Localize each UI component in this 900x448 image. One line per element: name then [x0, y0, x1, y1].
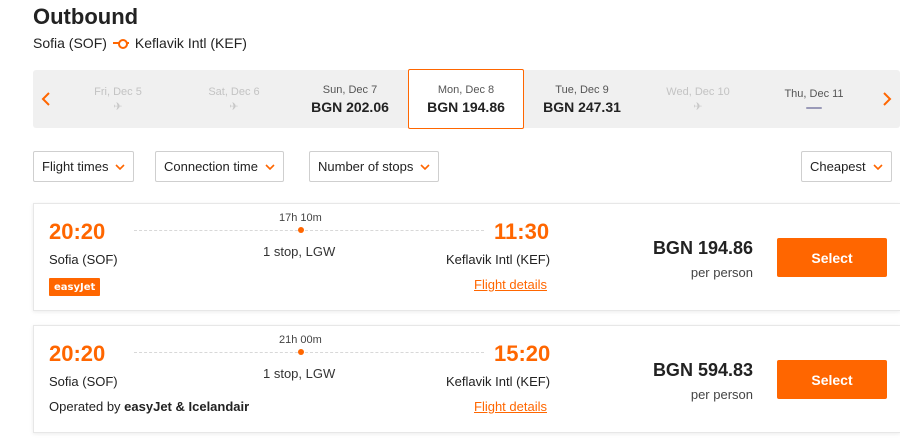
no-flights-plane-icon: ✈	[113, 100, 123, 113]
date-strip: Fri, Dec 5 ✈ Sat, Dec 6 ✈ Sun, Dec 7 BGN…	[33, 69, 900, 129]
chevron-down-icon	[873, 163, 883, 170]
chevron-right-icon	[883, 92, 892, 106]
flight-details-link[interactable]: Flight details	[474, 277, 547, 292]
date-option-dec-5: Fri, Dec 5 ✈	[60, 70, 176, 128]
origin-label: Sofia (SOF)	[33, 35, 107, 51]
date-option-dec-8[interactable]: Mon, Dec 8 BGN 194.86	[408, 69, 524, 129]
date-option-dec-11[interactable]: Thu, Dec 11	[756, 70, 872, 128]
date-label: Thu, Dec 11	[784, 87, 844, 100]
date-option-dec-7[interactable]: Sun, Dec 7 BGN 202.06	[292, 70, 408, 128]
flight-price: BGN 194.86	[652, 238, 753, 258]
arrival-airport: Keflavik Intl (KEF)	[446, 374, 551, 389]
flight-duration: 17h 10m	[279, 212, 322, 224]
date-label: Sat, Dec 6	[208, 85, 260, 98]
date-option-dec-10: Wed, Dec 10 ✈	[640, 70, 756, 128]
stops-info: 1 stop, LGW	[263, 244, 336, 259]
date-label: Tue, Dec 9	[555, 83, 609, 96]
chevron-down-icon	[420, 163, 430, 170]
per-person-label: per person	[690, 387, 753, 402]
operated-by-label: Operated by easyJet & Icelandair	[49, 399, 249, 414]
chevron-down-icon	[115, 163, 126, 170]
departure-time: 20:20	[49, 219, 106, 244]
filter-label: Number of stops	[318, 159, 414, 174]
no-flights-plane-icon: ✈	[693, 100, 703, 113]
departure-airport: Sofia (SOF)	[49, 374, 118, 389]
operating-airlines: easyJet & Icelandair	[124, 399, 250, 414]
date-option-dec-6: Sat, Dec 6 ✈	[176, 70, 292, 128]
date-price: BGN 247.31	[543, 98, 621, 115]
filter-label: Flight times	[42, 159, 109, 174]
timeline-line	[134, 352, 484, 353]
arrival-airport: Keflavik Intl (KEF)	[446, 252, 551, 267]
flight-times-filter[interactable]: Flight times	[33, 151, 135, 182]
stop-dot-icon	[298, 349, 304, 355]
date-label: Mon, Dec 8	[437, 83, 495, 96]
stops-info: 1 stop, LGW	[263, 366, 336, 381]
sort-dropdown[interactable]: Cheapest	[801, 151, 892, 182]
arrival-time: 15:20	[494, 341, 551, 366]
arrival-time: 11:30	[494, 219, 550, 244]
operated-prefix: Operated by	[49, 399, 121, 414]
date-option-dec-9[interactable]: Tue, Dec 9 BGN 247.31	[524, 70, 640, 128]
destination-label: Keflavik Intl (KEF)	[134, 35, 247, 51]
departure-airport: Sofia (SOF)	[49, 252, 118, 267]
date-price: BGN 194.86	[427, 98, 505, 115]
date-label: Wed, Dec 10	[666, 85, 730, 98]
loading-plane-icon	[806, 105, 822, 111]
stop-dot-icon	[298, 227, 304, 233]
flight-card: 20:20 17h 10m 11:30 1 stop, LGW Sofia (S…	[33, 203, 900, 311]
date-label: Sun, Dec 7	[322, 83, 378, 96]
sort-label: Cheapest	[810, 159, 866, 174]
easyjet-logo: easyJet	[49, 278, 101, 296]
date-label: Fri, Dec 5	[94, 85, 142, 98]
chevron-left-icon	[41, 92, 50, 106]
select-flight-button[interactable]: Select	[777, 360, 887, 399]
date-price: BGN 202.06	[311, 98, 389, 115]
flight-duration: 21h 00m	[279, 334, 322, 346]
page-title: Outbound	[33, 4, 139, 29]
no-flights-plane-icon: ✈	[229, 100, 239, 113]
timeline-line	[134, 230, 484, 231]
flight-details-link[interactable]: Flight details	[474, 399, 547, 414]
select-flight-button[interactable]: Select	[777, 238, 887, 277]
chevron-down-icon	[265, 163, 275, 170]
departure-time: 20:20	[49, 341, 106, 366]
next-dates-button[interactable]	[874, 70, 900, 128]
per-person-label: per person	[690, 265, 753, 280]
route-summary: Sofia (SOF) Keflavik Intl (KEF)	[33, 35, 247, 51]
number-of-stops-filter[interactable]: Number of stops	[309, 151, 440, 182]
connection-time-filter[interactable]: Connection time	[155, 151, 284, 182]
flight-card: 20:20 21h 00m 15:20 1 stop, LGW Sofia (S…	[33, 325, 900, 433]
route-arrow-icon	[112, 38, 129, 49]
flight-price: BGN 594.83	[652, 360, 753, 380]
filter-label: Connection time	[164, 159, 258, 174]
prev-dates-button[interactable]	[33, 70, 59, 128]
